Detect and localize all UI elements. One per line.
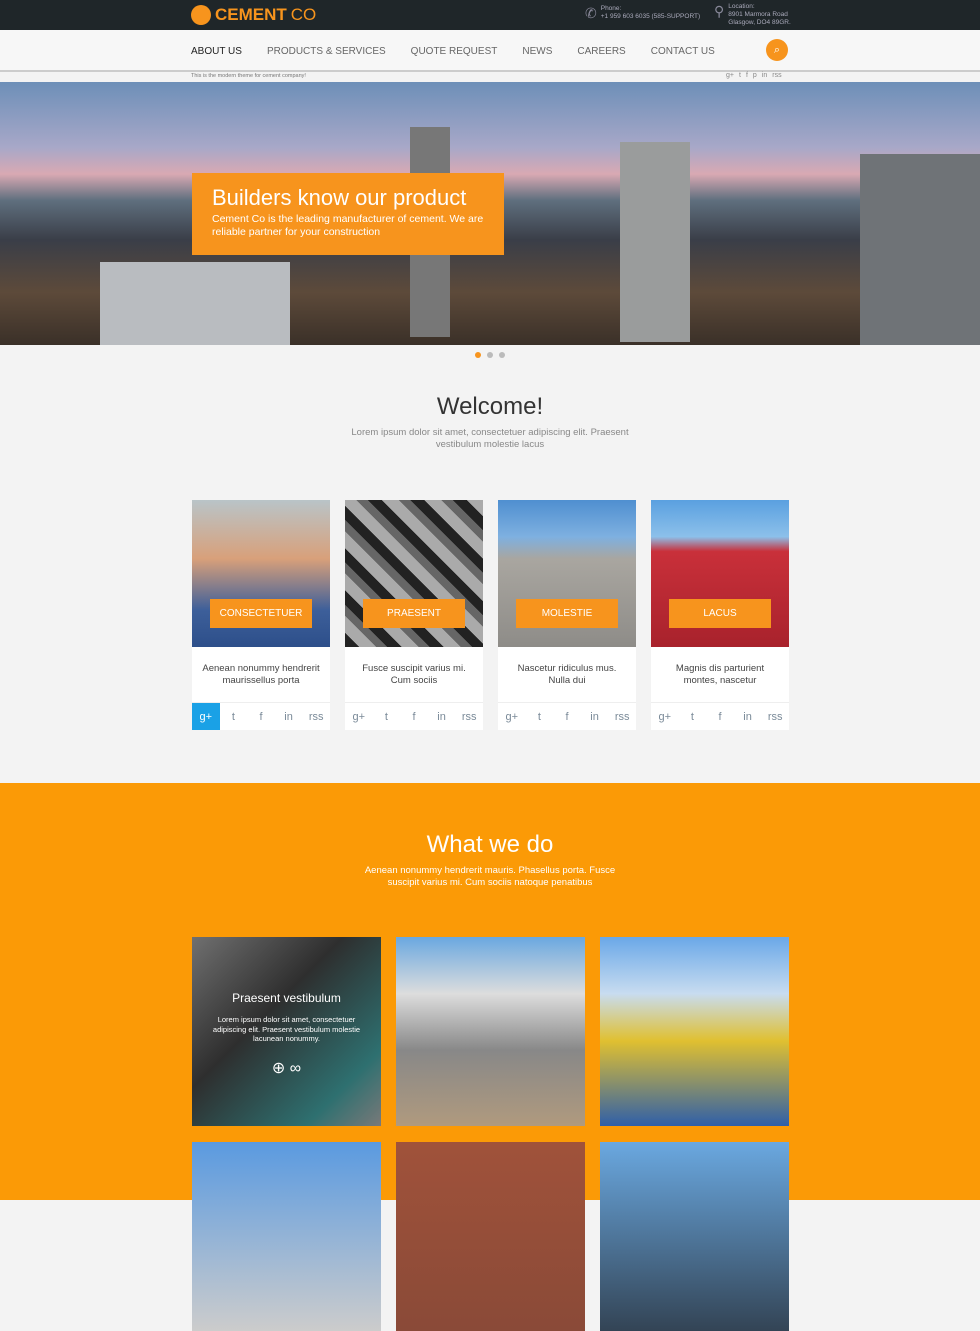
top-bar: CEMENT CO ✆ Phone: +1 959 603 6035 (585-SUP… [0, 0, 980, 30]
tile-title: Praesent vestibulum [232, 991, 341, 1005]
nav-contact-us[interactable]: CONTACT US [651, 46, 715, 57]
address-line2: Glasgow, DO4 89GR. [728, 19, 791, 26]
linkedin-icon[interactable]: in [762, 72, 767, 79]
feature-card: LACUS Magnis dis parturient montes, nasc… [651, 500, 789, 730]
phone-number: +1 959 603 6035 (585-SUPPORT) [600, 13, 701, 20]
card-button[interactable]: LACUS [669, 599, 771, 628]
linkedin-icon[interactable]: in [734, 703, 762, 730]
card-text: Fusce suscipit varius mi. Cum sociis [362, 663, 466, 686]
gallery-tile[interactable] [396, 1142, 585, 1331]
link-icon[interactable]: ∞ [290, 1060, 301, 1077]
card-text: Aenean nonummy hendrerit maurissellus po… [202, 663, 320, 686]
feature-card: PRAESENT Fusce suscipit varius mi. Cum s… [345, 500, 483, 730]
slide-dot-3[interactable] [499, 352, 505, 358]
phone-info: ✆ Phone: +1 959 603 6035 (585-SUPPORT) [585, 5, 700, 21]
tanks-image: LACUS [651, 500, 789, 647]
gear-icon [191, 5, 211, 25]
gallery-tile[interactable] [600, 937, 789, 1126]
google-plus-icon[interactable]: g+ [498, 703, 526, 730]
nav-about-us[interactable]: ABOUT US [191, 46, 242, 57]
phone-label: Phone: [600, 5, 622, 12]
silo-image [620, 142, 690, 342]
nav-products-services[interactable]: PRODUCTS & SERVICES [267, 46, 386, 57]
feature-card: CONSECTETUER Aenean nonummy hendrerit ma… [192, 500, 330, 730]
rss-icon[interactable]: rss [772, 72, 781, 79]
location-pin-icon: ⚲ [714, 3, 725, 19]
facebook-icon[interactable]: f [553, 703, 581, 730]
top-social-links: g+ t f p in rss [726, 72, 782, 79]
blocks-image: PRAESENT [345, 500, 483, 647]
slide-dot-2[interactable] [487, 352, 493, 358]
hero-title: Builders know our product [212, 185, 467, 210]
facebook-icon[interactable]: f [746, 72, 748, 79]
twitter-icon[interactable]: t [679, 703, 707, 730]
what-we-do-section: What we do Aenean nonummy hendrerit maur… [0, 783, 980, 1331]
google-plus-icon[interactable]: g+ [345, 703, 373, 730]
search-icon: ⌕ [773, 44, 781, 56]
google-plus-icon[interactable]: g+ [726, 72, 734, 79]
feature-card: MOLESTIE Nascetur ridiculus mus. Nulla d… [498, 500, 636, 730]
zoom-icon[interactable]: ⊕ [272, 1060, 285, 1077]
welcome-section: Welcome! Lorem ipsum dolor sit amet, con… [0, 393, 980, 450]
nav-news[interactable]: NEWS [522, 46, 552, 57]
tagline: This is the modern theme for cement comp… [191, 73, 306, 79]
welcome-title: Welcome! [436, 393, 544, 420]
building-image [860, 154, 980, 345]
card-button[interactable]: PRAESENT [363, 599, 465, 628]
factory-image [100, 262, 290, 345]
brand-suffix: CO [290, 5, 317, 24]
rss-icon[interactable]: rss [761, 703, 789, 730]
address-line1: 8901 Marmora Road [728, 11, 788, 18]
pinterest-icon[interactable]: p [753, 72, 757, 79]
section-title: What we do [426, 831, 554, 858]
cement-pile-image: MOLESTIE [498, 500, 636, 647]
card-text: Magnis dis parturient montes, nascetur [675, 663, 765, 686]
rss-icon[interactable]: rss [608, 703, 636, 730]
location-info: ⚲ Location: 8901 Marmora Road Glasgow, DO4 … [714, 3, 791, 27]
location-label: Location: [728, 3, 755, 10]
hero-text: Cement Co is the leading manufacturer of… [212, 213, 484, 238]
brand-name: CEMENT [215, 5, 287, 24]
welcome-text: Lorem ipsum dolor sit amet, consectetuer… [351, 427, 629, 450]
linkedin-icon[interactable]: in [428, 703, 456, 730]
linkedin-icon[interactable]: in [581, 703, 609, 730]
card-button[interactable]: MOLESTIE [516, 599, 618, 628]
gallery-tile[interactable] [600, 1142, 789, 1331]
twitter-icon[interactable]: t [526, 703, 554, 730]
rss-icon[interactable]: rss [302, 703, 330, 730]
twitter-icon[interactable]: t [220, 703, 248, 730]
google-plus-icon[interactable]: g+ [192, 703, 220, 730]
logo[interactable]: CEMENT CO [191, 5, 316, 25]
google-plus-icon[interactable]: g+ [651, 703, 679, 730]
nav-quote-request[interactable]: QUOTE REQUEST [411, 46, 498, 57]
search-button[interactable]: ⌕ [766, 39, 788, 61]
gallery-tile[interactable] [396, 937, 585, 1126]
tile-overlay: Praesent vestibulum Lorem ipsum dolor si… [192, 937, 381, 1126]
gallery-tile[interactable]: Praesent vestibulum Lorem ipsum dolor si… [192, 937, 381, 1126]
main-nav: ABOUT US PRODUCTS & SERVICES QUOTE REQUE… [0, 30, 980, 72]
slide-dot-1[interactable] [475, 352, 481, 358]
facebook-icon[interactable]: f [247, 703, 275, 730]
slider-dots [475, 352, 505, 358]
worker-image: CONSECTETUER [192, 500, 330, 647]
facebook-icon[interactable]: f [400, 703, 428, 730]
nav-careers[interactable]: CAREERS [577, 46, 625, 57]
twitter-icon[interactable]: t [739, 72, 741, 79]
section-text: Aenean nonummy hendrerit mauris. Phasell… [364, 865, 616, 888]
rss-icon[interactable]: rss [455, 703, 483, 730]
card-button[interactable]: CONSECTETUER [210, 599, 312, 628]
facebook-icon[interactable]: f [706, 703, 734, 730]
phone-icon: ✆ [585, 5, 597, 21]
card-text: Nascetur ridiculus mus. Nulla dui [517, 663, 617, 686]
twitter-icon[interactable]: t [373, 703, 401, 730]
tile-text: Lorem ipsum dolor sit amet, consectetuer… [212, 1015, 361, 1043]
gallery-tile[interactable] [192, 1142, 381, 1331]
linkedin-icon[interactable]: in [275, 703, 303, 730]
hero-caption: Builders know our product Cement Co is t… [192, 173, 504, 255]
